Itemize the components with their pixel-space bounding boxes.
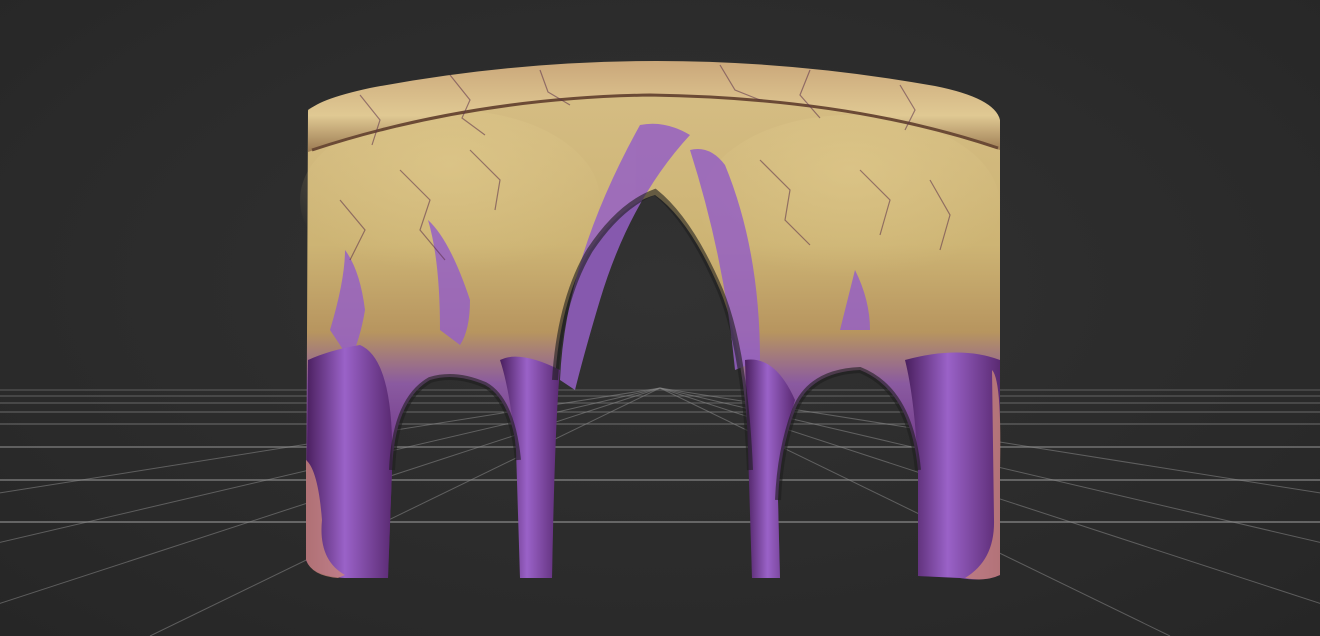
ground-grid <box>0 387 1320 636</box>
grid-line <box>149 387 661 636</box>
viewport-canvas[interactable] <box>0 0 1320 636</box>
pillar-center-left <box>500 356 560 578</box>
3d-viewport[interactable] <box>0 0 1320 636</box>
arch-model[interactable] <box>300 60 1001 580</box>
